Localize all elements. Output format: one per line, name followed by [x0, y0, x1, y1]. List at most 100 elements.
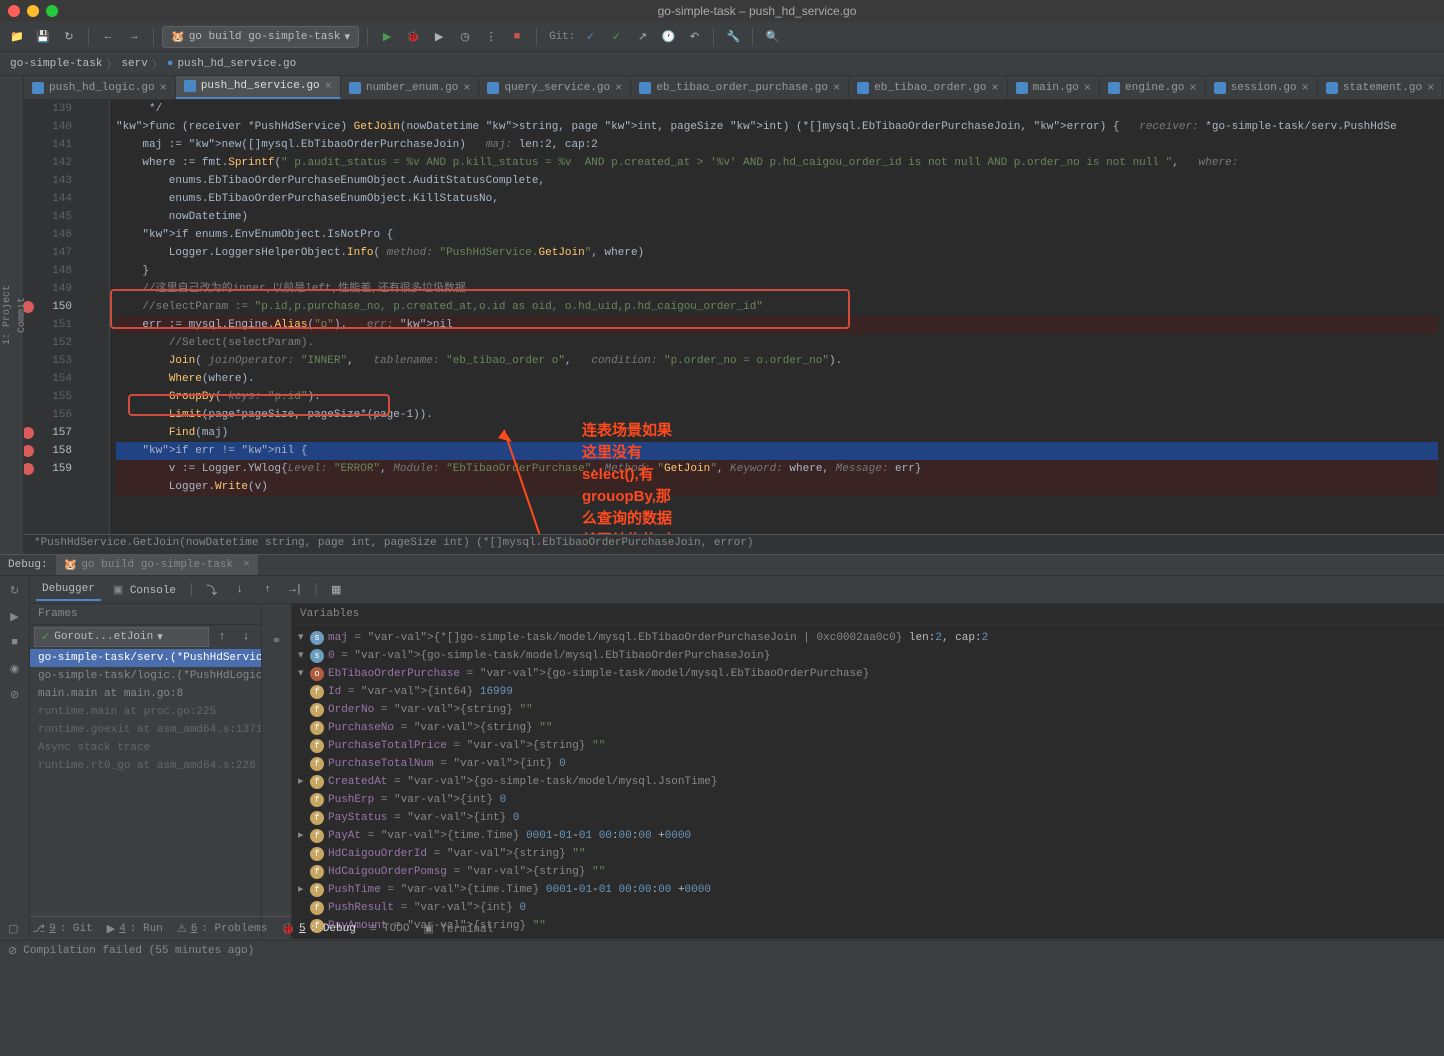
stop-icon[interactable]: ■ [4, 632, 26, 654]
debug-run-tab[interactable]: 🐹 go build go-simple-task × [56, 555, 258, 575]
variable-row[interactable]: fPurchaseTotalNum = "var-val">{int} 0 [298, 755, 1438, 773]
stack-frame[interactable]: go-simple-task/serv.(*PushHdService [30, 649, 261, 667]
forward-icon[interactable]: → [123, 26, 145, 48]
chevron-down-icon: ▾ [157, 630, 163, 644]
variable-row[interactable]: fOrderNo = "var-val">{string} "" [298, 701, 1438, 719]
editor-tab[interactable]: number_enum.go× [341, 77, 480, 99]
mute-breakpoints-icon[interactable]: ⊘ [4, 684, 26, 706]
window-controls[interactable] [8, 5, 58, 17]
frame-prev-icon[interactable]: ↑ [211, 626, 233, 648]
git-push-icon[interactable]: ↗ [631, 26, 653, 48]
close-icon[interactable]: × [160, 81, 167, 95]
variable-row[interactable]: ▾smaj = "var-val">{*[]go-simple-task/mod… [298, 629, 1438, 647]
variable-row[interactable]: ▾s0 = "var-val">{go-simple-task/model/my… [298, 647, 1438, 665]
run-config-selector[interactable]: 🐹 go build go-simple-task ▾ [162, 26, 359, 48]
close-icon[interactable]: × [243, 559, 250, 571]
git-history-icon[interactable]: 🕐 [657, 26, 679, 48]
git-update-icon[interactable]: ✓ [579, 26, 601, 48]
stack-frame[interactable]: runtime.rt0_go at asm_amd64.s:226 [30, 757, 261, 775]
breadcrumb-item[interactable]: serv [121, 58, 147, 70]
view-breakpoints-icon[interactable]: ◉ [4, 658, 26, 680]
search-icon[interactable]: 🔍 [761, 26, 783, 48]
close-icon[interactable]: × [991, 81, 998, 95]
project-tool-tab[interactable]: 1: Project [0, 275, 15, 355]
frame-next-icon[interactable]: ↓ [235, 626, 257, 648]
tool-window-button[interactable]: ▣ Terminal [423, 922, 493, 936]
editor-tab[interactable]: push_hd_service.go× [176, 76, 341, 99]
run-to-cursor-icon[interactable]: →| [285, 579, 307, 601]
close-icon[interactable]: × [325, 79, 332, 93]
resume-icon[interactable]: ▶ [4, 606, 26, 628]
zoom-window[interactable] [46, 5, 58, 17]
close-icon[interactable]: × [833, 81, 840, 95]
variable-row[interactable]: fPurchaseNo = "var-val">{string} "" [298, 719, 1438, 737]
tool-window-button[interactable]: ⚠ 6: Problems [177, 922, 268, 936]
debug-icon[interactable]: 🐞 [402, 26, 424, 48]
back-icon[interactable]: ← [97, 26, 119, 48]
debug-panel: Debug: 🐹 go build go-simple-task × ↻ ▶ ■… [0, 554, 1444, 916]
goroutine-selector[interactable]: ✓ Gorout...etJoin ▾ [34, 627, 209, 647]
console-tab[interactable]: ▣ Console [107, 579, 182, 601]
variable-row[interactable]: fHdCaigouOrderPomsg = "var-val">{string}… [298, 863, 1438, 881]
evaluate-icon[interactable]: ▦ [325, 579, 347, 601]
editor-tab[interactable]: main.go× [1008, 77, 1100, 99]
refresh-icon[interactable]: ↻ [58, 26, 80, 48]
variable-row[interactable]: fHdCaigouOrderId = "var-val">{string} "" [298, 845, 1438, 863]
settings-icon[interactable]: 🔧 [722, 26, 744, 48]
variable-row[interactable]: fPushErp = "var-val">{int} 0 [298, 791, 1438, 809]
variable-row[interactable]: ▾oEbTibaoOrderPurchase = "var-val">{go-s… [298, 665, 1438, 683]
variable-row[interactable]: fId = "var-val">{int64} 16999 [298, 683, 1438, 701]
editor-tab[interactable]: push_hd_logic.go× [24, 77, 176, 99]
git-commit-icon[interactable]: ✓ [605, 26, 627, 48]
close-icon[interactable]: × [615, 81, 622, 95]
rerun-icon[interactable]: ↻ [4, 580, 26, 602]
breadcrumb-item[interactable]: push_hd_service.go [177, 58, 296, 70]
close-icon[interactable]: × [463, 81, 470, 95]
coverage-icon[interactable]: ▶ [428, 26, 450, 48]
stack-frame[interactable]: runtime.goexit at asm_amd64.s:1371 [30, 721, 261, 739]
stack-frame[interactable]: main.main at main.go:8 [30, 685, 261, 703]
variable-row[interactable]: fPushResult = "var-val">{int} 0 [298, 899, 1438, 917]
close-icon[interactable]: × [1427, 81, 1434, 95]
profile-icon[interactable]: ◷ [454, 26, 476, 48]
tool-window-button[interactable]: ≡ TODO [370, 922, 410, 936]
editor-tab[interactable]: query_service.go× [479, 77, 631, 99]
save-icon[interactable]: 💾 [32, 26, 54, 48]
tool-window-button[interactable]: ⎇ 9: Git [32, 922, 92, 936]
tool-window-button[interactable]: 🐞 5: Debug [281, 922, 356, 936]
attach-icon[interactable]: ⋮ [480, 26, 502, 48]
stop-icon[interactable]: ■ [506, 26, 528, 48]
breadcrumb-item[interactable]: go-simple-task [10, 58, 102, 70]
step-over-icon[interactable]: ⤵ [201, 579, 223, 601]
close-window[interactable] [8, 5, 20, 17]
tool-window-button[interactable]: ▶ 4: Run [107, 922, 163, 936]
close-icon[interactable]: × [1189, 81, 1196, 95]
close-icon[interactable]: × [1302, 81, 1309, 95]
editor-tab[interactable]: eb_tibao_order_purchase.go× [631, 77, 849, 99]
editor-tab[interactable]: statement.go× [1318, 77, 1443, 99]
step-into-icon[interactable]: ↓ [229, 579, 251, 601]
editor-tab[interactable]: session.go× [1206, 77, 1318, 99]
variable-row[interactable]: ▸fCreatedAt = "var-val">{go-simple-task/… [298, 773, 1438, 791]
variable-row[interactable]: ▸fPushTime = "var-val">{time.Time} 0001-… [298, 881, 1438, 899]
variable-row[interactable]: fPayStatus = "var-val">{int} 0 [298, 809, 1438, 827]
git-rollback-icon[interactable]: ↶ [683, 26, 705, 48]
close-icon[interactable]: × [1084, 81, 1091, 95]
step-out-icon[interactable]: ↑ [257, 579, 279, 601]
editor-tab[interactable]: eb_tibao_order.go× [849, 77, 1007, 99]
editor-tab[interactable]: engine.go× [1100, 77, 1206, 99]
stack-trace-header[interactable]: Async stack trace [30, 739, 261, 757]
stack-frame[interactable]: go-simple-task/logic.(*PushHdLogic) [30, 667, 261, 685]
frames-list[interactable]: go-simple-task/serv.(*PushHdServicego-si… [30, 649, 261, 775]
debugger-tab[interactable]: Debugger [36, 579, 101, 601]
variable-row[interactable]: fPurchaseTotalPrice = "var-val">{string}… [298, 737, 1438, 755]
minimize-window[interactable] [27, 5, 39, 17]
variables-tree[interactable]: ▾smaj = "var-val">{*[]go-simple-task/mod… [292, 625, 1444, 939]
link-icon[interactable]: ⚭ [272, 634, 281, 648]
run-icon[interactable]: ▶ [376, 26, 398, 48]
editor-crumb-bar[interactable]: *PushHdService.GetJoin(nowDatetime strin… [24, 534, 1444, 554]
tool-window-icon[interactable]: ▢ [8, 922, 18, 936]
stack-frame[interactable]: runtime.main at proc.go:225 [30, 703, 261, 721]
variable-row[interactable]: ▸fPayAt = "var-val">{time.Time} 0001-01-… [298, 827, 1438, 845]
open-icon[interactable]: 📁 [6, 26, 28, 48]
